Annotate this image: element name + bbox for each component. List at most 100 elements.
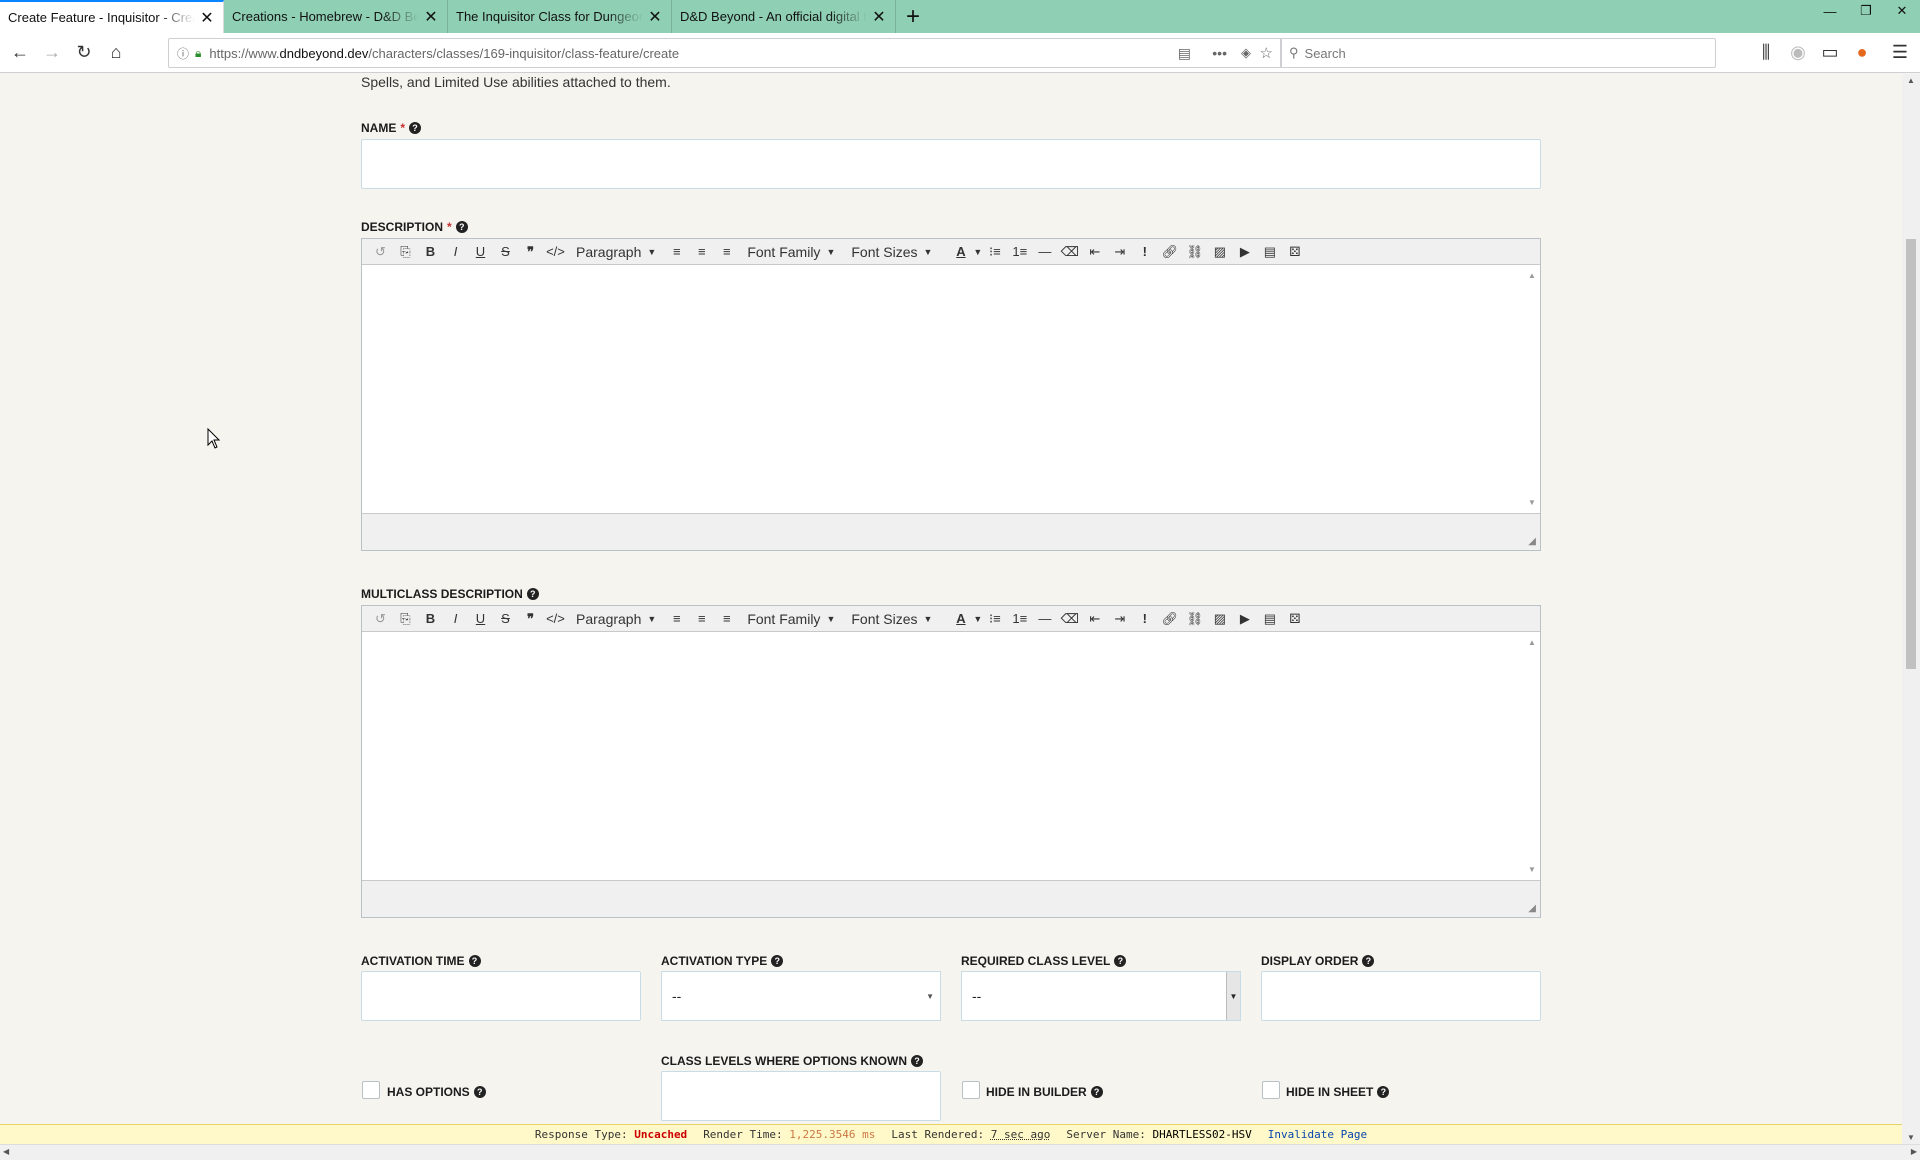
document-icon[interactable]: ▤ xyxy=(1257,608,1282,630)
link-icon[interactable]: 🔗︎ xyxy=(1157,241,1182,263)
scroll-right-icon[interactable]: ▶ xyxy=(1911,1147,1917,1156)
link-icon[interactable]: 🔗︎ xyxy=(1157,608,1182,630)
pocket-icon[interactable]: ◈ xyxy=(1241,45,1251,61)
class-levels-options-input[interactable] xyxy=(661,1071,941,1121)
search-bar[interactable]: ⚲ Search xyxy=(1280,38,1716,68)
bookmark-star-icon[interactable]: ☆ xyxy=(1260,44,1273,62)
help-icon[interactable]: ? xyxy=(1377,1086,1390,1098)
description-textarea[interactable]: ▲ ▼ xyxy=(362,265,1540,514)
close-tab-icon[interactable]: ✕ xyxy=(423,7,439,27)
bold-icon[interactable]: B xyxy=(418,608,443,630)
underline-icon[interactable]: U xyxy=(468,608,493,630)
align-center-icon[interactable]: ≡ xyxy=(689,241,714,263)
scroll-up-icon[interactable]: ▲ xyxy=(1907,76,1915,85)
display-order-input[interactable] xyxy=(1261,971,1541,1021)
restore-icon[interactable]: ❐ xyxy=(1848,0,1884,22)
activation-type-select[interactable]: -- ▼ xyxy=(661,971,941,1021)
alert-icon[interactable]: ! xyxy=(1132,241,1157,263)
blockquote-icon[interactable]: ❞ xyxy=(518,608,543,630)
close-tab-icon[interactable]: ✕ xyxy=(199,8,215,28)
bullet-list-icon[interactable]: ⁝≡ xyxy=(982,608,1007,630)
editor-scrollbar[interactable]: ▲ ▼ xyxy=(1528,638,1536,874)
close-tab-icon[interactable]: ✕ xyxy=(871,7,887,27)
document-icon[interactable]: ▤ xyxy=(1257,241,1282,263)
help-icon[interactable]: ? xyxy=(911,1055,924,1067)
help-icon[interactable]: ? xyxy=(455,221,468,233)
image-icon[interactable]: ▨ xyxy=(1207,241,1232,263)
invalidate-page-link[interactable]: Invalidate Page xyxy=(1268,1128,1367,1141)
menu-icon[interactable]: ☰ xyxy=(1884,37,1916,69)
name-input[interactable] xyxy=(361,139,1541,189)
indent-icon[interactable]: ⇥ xyxy=(1107,608,1132,630)
reload-icon[interactable]: ↻ xyxy=(68,37,100,69)
alert-icon[interactable]: ! xyxy=(1132,608,1157,630)
paragraph-dropdown[interactable]: Paragraph ▼ xyxy=(568,611,664,627)
dice-icon[interactable]: ⚄ xyxy=(1282,241,1307,263)
help-icon[interactable]: ? xyxy=(1362,955,1375,967)
align-left-icon[interactable]: ≡ xyxy=(664,608,689,630)
font-sizes-dropdown[interactable]: Font Sizes ▼ xyxy=(843,611,940,627)
help-icon[interactable]: ? xyxy=(468,955,481,967)
reader-view-icon[interactable]: ▤ xyxy=(1178,45,1191,62)
home-icon[interactable]: ⌂ xyxy=(100,37,132,69)
library-icon[interactable]: ⫼ xyxy=(1750,37,1782,69)
font-sizes-dropdown[interactable]: Font Sizes ▼ xyxy=(843,244,940,260)
align-left-icon[interactable]: ≡ xyxy=(664,241,689,263)
help-icon[interactable]: ? xyxy=(1114,955,1127,967)
code-icon[interactable]: </> xyxy=(543,241,568,263)
image-icon[interactable]: ▨ xyxy=(1207,608,1232,630)
new-tab-button[interactable]: + xyxy=(896,0,930,33)
paste-icon[interactable]: ⎘ xyxy=(393,608,418,630)
clear-format-icon[interactable]: ⌫ xyxy=(1057,241,1082,263)
has-options-checkbox[interactable] xyxy=(362,1081,380,1099)
browser-tab-3[interactable]: The Inquisitor Class for Dungeons & ✕ xyxy=(448,0,672,33)
indent-icon[interactable]: ⇥ xyxy=(1107,241,1132,263)
minimize-icon[interactable]: — xyxy=(1812,0,1848,22)
info-icon[interactable]: ⓘ xyxy=(177,45,189,62)
text-color-icon[interactable]: A xyxy=(948,241,973,263)
help-icon[interactable]: ? xyxy=(473,1086,486,1098)
dice-icon[interactable]: ⚄ xyxy=(1282,608,1307,630)
back-icon[interactable]: ← xyxy=(4,37,36,69)
browser-tab-4[interactable]: D&D Beyond - An official digital to ✕ xyxy=(672,0,896,33)
numbered-list-icon[interactable]: 1≡ xyxy=(1007,241,1032,263)
activation-time-input[interactable] xyxy=(361,971,641,1021)
clear-format-icon[interactable]: ⌫ xyxy=(1057,608,1082,630)
vertical-scrollbar[interactable]: ▲ ▼ xyxy=(1902,74,1920,1144)
hide-in-builder-checkbox[interactable] xyxy=(962,1081,980,1099)
strikethrough-icon[interactable]: S xyxy=(493,608,518,630)
horizontal-rule-icon[interactable]: — xyxy=(1032,241,1057,263)
code-icon[interactable]: </> xyxy=(543,608,568,630)
sync-icon[interactable]: ◉ xyxy=(1782,37,1814,69)
hide-in-sheet-checkbox[interactable] xyxy=(1262,1081,1280,1099)
paste-icon[interactable]: ⎘ xyxy=(393,241,418,263)
blockquote-icon[interactable]: ❞ xyxy=(518,241,543,263)
close-tab-icon[interactable]: ✕ xyxy=(647,7,663,27)
video-icon[interactable]: ▶ xyxy=(1232,241,1257,263)
horizontal-rule-icon[interactable]: — xyxy=(1032,608,1057,630)
more-actions-icon[interactable]: ••• xyxy=(1212,45,1227,61)
unlink-icon[interactable]: ⛓︎ xyxy=(1182,608,1207,630)
unlink-icon[interactable]: ⛓︎ xyxy=(1182,241,1207,263)
help-icon[interactable]: ? xyxy=(409,122,422,134)
editor-scrollbar[interactable]: ▲ ▼ xyxy=(1528,271,1536,507)
caret-down-icon[interactable]: ▼ xyxy=(973,614,982,624)
align-center-icon[interactable]: ≡ xyxy=(689,608,714,630)
numbered-list-icon[interactable]: 1≡ xyxy=(1007,608,1032,630)
extension-icon[interactable]: ● xyxy=(1846,37,1878,69)
browser-tab-1[interactable]: Create Feature - Inquisitor - Creatio ✕ xyxy=(0,0,224,33)
scrollbar-thumb[interactable] xyxy=(1906,239,1916,669)
paragraph-dropdown[interactable]: Paragraph ▼ xyxy=(568,244,664,260)
bullet-list-icon[interactable]: ⁝≡ xyxy=(982,241,1007,263)
text-color-icon[interactable]: A xyxy=(948,608,973,630)
required-class-level-select[interactable]: -- ▼ xyxy=(961,971,1241,1021)
italic-icon[interactable]: I xyxy=(443,241,468,263)
outdent-icon[interactable]: ⇤ xyxy=(1082,608,1107,630)
strikethrough-icon[interactable]: S xyxy=(493,241,518,263)
url-bar[interactable]: ⓘ 🔒︎ https://www.dndbeyond.dev/character… xyxy=(168,38,1282,68)
undo-icon[interactable]: ↺ xyxy=(368,241,393,263)
multiclass-textarea[interactable]: ▲ ▼ xyxy=(362,632,1540,881)
font-family-dropdown[interactable]: Font Family ▼ xyxy=(739,244,843,260)
scroll-left-icon[interactable]: ◀ xyxy=(3,1147,9,1156)
video-icon[interactable]: ▶ xyxy=(1232,608,1257,630)
